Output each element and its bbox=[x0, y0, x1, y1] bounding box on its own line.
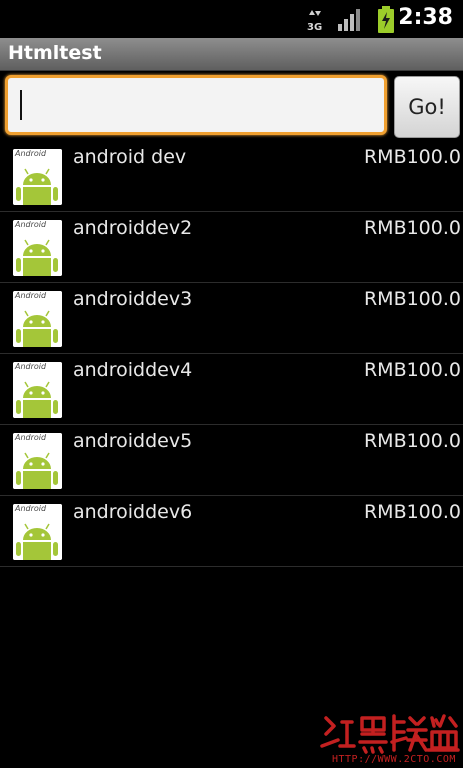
icon-caption: Android bbox=[15, 504, 47, 513]
android-robot-icon: Android bbox=[13, 220, 62, 276]
item-name: androiddev6 bbox=[73, 501, 193, 523]
list-item[interactable]: Android android dev RMB100.0 bbox=[0, 141, 463, 212]
item-price: RMB100.0 bbox=[363, 430, 461, 452]
android-robot-icon: Android bbox=[13, 504, 62, 560]
search-row: Go! bbox=[0, 71, 463, 141]
item-name: androiddev4 bbox=[73, 359, 193, 381]
item-name: androiddev3 bbox=[73, 288, 193, 310]
list-item[interactable]: Android androiddev5 RMB100.0 bbox=[0, 425, 463, 496]
app-title-bar: Htmltest bbox=[0, 38, 463, 71]
item-price: RMB100.0 bbox=[363, 146, 461, 168]
item-name: androiddev5 bbox=[73, 430, 193, 452]
status-bar: 3G 2:38 bbox=[0, 0, 463, 38]
search-input[interactable] bbox=[5, 75, 387, 135]
list-item[interactable]: Android androiddev2 RMB100.0 bbox=[0, 212, 463, 283]
list-item[interactable]: Android androiddev4 RMB100.0 bbox=[0, 354, 463, 425]
android-robot-icon: Android bbox=[13, 149, 62, 205]
product-list: Android android dev RMB100.0 Android android… bbox=[0, 141, 463, 567]
list-item[interactable]: Android androiddev6 RMB100.0 bbox=[0, 496, 463, 567]
watermark: HTTP://WWW.2CTO.COM bbox=[318, 712, 461, 768]
icon-caption: Android bbox=[15, 433, 47, 442]
item-price: RMB100.0 bbox=[363, 288, 461, 310]
item-name: android dev bbox=[73, 146, 187, 168]
android-robot-icon: Android bbox=[13, 433, 62, 489]
watermark-url: HTTP://WWW.2CTO.COM bbox=[332, 754, 456, 765]
android-robot-icon: Android bbox=[13, 362, 62, 418]
item-price: RMB100.0 bbox=[363, 501, 461, 523]
battery-charging-icon bbox=[378, 6, 394, 33]
go-button[interactable]: Go! bbox=[394, 76, 460, 138]
watermark-logo bbox=[320, 714, 460, 754]
signal-icon bbox=[338, 9, 360, 31]
list-item[interactable]: Android androiddev3 RMB100.0 bbox=[0, 283, 463, 354]
icon-caption: Android bbox=[15, 149, 47, 158]
3g-data-icon: 3G bbox=[307, 10, 322, 32]
icon-caption: Android bbox=[15, 291, 47, 300]
svg-text:3G: 3G bbox=[307, 22, 322, 32]
item-name: androiddev2 bbox=[73, 217, 193, 239]
icon-caption: Android bbox=[15, 220, 47, 229]
text-caret bbox=[20, 90, 22, 120]
app-title: Htmltest bbox=[8, 42, 102, 64]
android-robot-icon: Android bbox=[13, 291, 62, 347]
clock-time: 2:38 bbox=[398, 5, 453, 30]
item-price: RMB100.0 bbox=[363, 217, 461, 239]
icon-caption: Android bbox=[15, 362, 47, 371]
item-price: RMB100.0 bbox=[363, 359, 461, 381]
